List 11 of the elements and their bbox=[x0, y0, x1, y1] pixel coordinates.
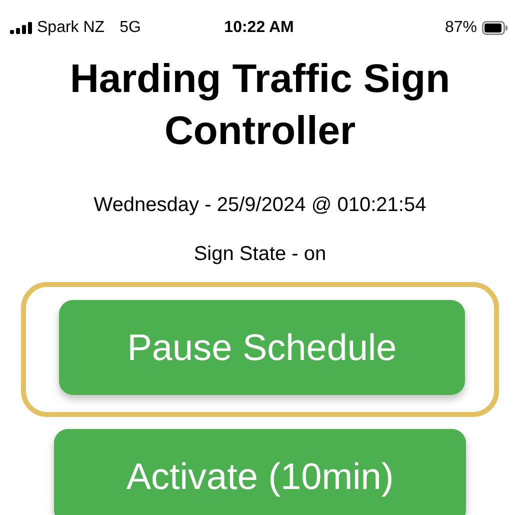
action-button[interactable]: Activate (10min) bbox=[54, 429, 466, 515]
clock-time: 10:22 AM bbox=[224, 19, 294, 37]
date-time-text: Wednesday - 25/9/2024 @ 010:21:54 bbox=[92, 194, 428, 217]
page-title: Harding Traffic Sign Controller bbox=[68, 56, 452, 155]
carrier-name: Spark NZ bbox=[37, 19, 105, 37]
sign-state-text: Sign State - on bbox=[192, 243, 328, 266]
action-button[interactable]: Pause Schedule bbox=[59, 300, 465, 395]
battery-percent: 87% bbox=[444, 19, 477, 37]
network-type: 5G bbox=[120, 19, 141, 37]
signal-icon bbox=[10, 22, 32, 34]
battery-icon bbox=[482, 21, 508, 35]
